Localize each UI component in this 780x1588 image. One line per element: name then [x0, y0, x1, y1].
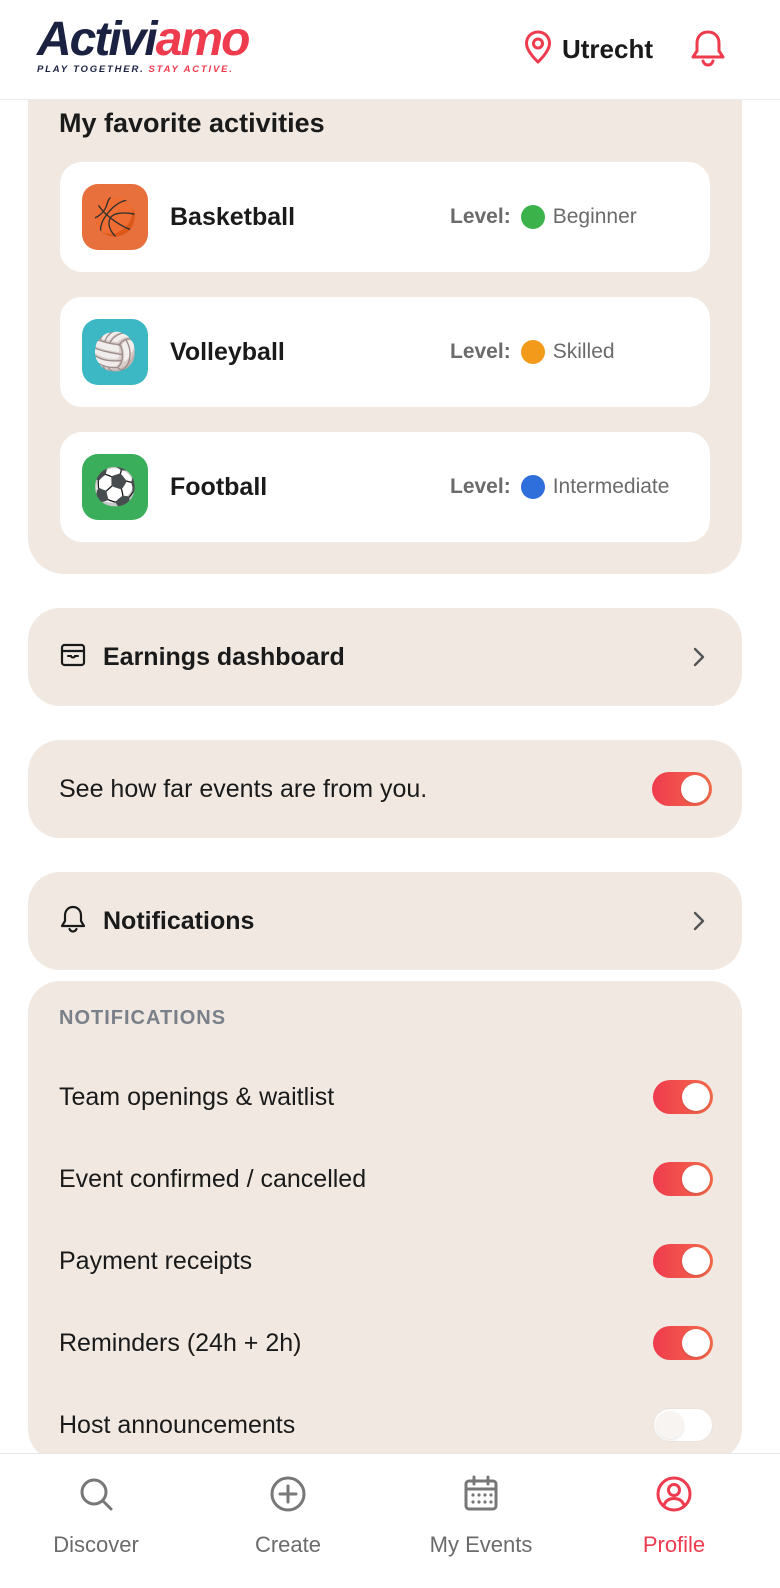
nav-my-events[interactable]: My Events: [401, 1474, 561, 1558]
level-dot-icon: [520, 475, 545, 499]
search-icon: [16, 1474, 176, 1518]
location-selector[interactable]: Utrecht: [524, 30, 653, 69]
activity-name: Football: [170, 473, 268, 501]
volleyball-icon: 🏐: [82, 319, 148, 385]
favorites-title: My favorite activities: [59, 108, 325, 138]
team-openings-toggle[interactable]: [653, 1080, 713, 1114]
activity-card-volleyball[interactable]: 🏐 Volleyball Level: Skilled: [60, 297, 710, 407]
distance-toggle[interactable]: [652, 772, 712, 806]
app-header: Activiamo PLAY TOGETHER. STAY ACTIVE. Utr…: [0, 0, 780, 100]
logo-tagline: PLAY TOGETHER. STAY ACTIVE.: [37, 64, 234, 75]
notification-setting-item: Host announcements: [59, 1395, 713, 1455]
payment-receipts-toggle[interactable]: [653, 1244, 713, 1278]
earnings-label: Earnings dashboard: [103, 642, 345, 671]
event-confirmed-toggle[interactable]: [653, 1162, 713, 1196]
chevron-right-icon: [692, 909, 706, 938]
map-pin-icon: [524, 30, 552, 69]
logo-wordmark: Activiamo: [37, 13, 250, 66]
level-dot-icon: [520, 205, 545, 229]
app-logo[interactable]: Activiamo PLAY TOGETHER. STAY ACTIVE.: [37, 13, 250, 76]
football-icon: ⚽: [82, 454, 148, 520]
activity-name: Basketball: [170, 203, 296, 231]
nav-profile[interactable]: Profile: [594, 1474, 754, 1558]
notification-setting-item: Team openings & waitlist: [59, 1067, 713, 1127]
location-label: Utrecht: [562, 34, 654, 64]
activity-card-basketball[interactable]: 🏀 Basketball Level: Beginner: [60, 162, 710, 272]
notification-setting-item: Event confirmed / cancelled: [59, 1149, 713, 1209]
activity-level: Level: Beginner: [450, 205, 637, 229]
notification-settings-card: NOTIFICATIONS Team openings & waitlist E…: [28, 981, 742, 1461]
host-announcements-toggle[interactable]: [653, 1408, 713, 1442]
nav-discover[interactable]: Discover: [16, 1474, 176, 1558]
notifications-label: Notifications: [103, 906, 255, 935]
bell-icon: [59, 904, 87, 939]
chevron-right-icon: [692, 645, 706, 674]
favorite-activities-card: My favorite activities 🏀 Basketball Leve…: [28, 82, 742, 574]
distance-label: See how far events are from you.: [59, 774, 428, 803]
calendar-icon: [401, 1474, 561, 1518]
section-label: NOTIFICATIONS: [59, 1007, 227, 1029]
notification-setting-item: Payment receipts: [59, 1231, 713, 1291]
notifications-row[interactable]: Notifications: [28, 872, 742, 970]
bottom-navigation: Discover Create My Events Profile: [0, 1453, 780, 1588]
reminders-toggle[interactable]: [653, 1326, 713, 1360]
notification-setting-item: Reminders (24h + 2h): [59, 1313, 713, 1373]
activity-level: Level: Intermediate: [450, 475, 670, 499]
basketball-icon: 🏀: [82, 184, 148, 250]
nav-create[interactable]: Create: [208, 1474, 368, 1558]
user-circle-icon: [594, 1474, 754, 1518]
distance-setting-row: See how far events are from you.: [28, 740, 742, 838]
level-dot-icon: [520, 340, 545, 364]
plus-circle-icon: [208, 1474, 368, 1518]
activity-card-football[interactable]: ⚽ Football Level: Intermediate: [60, 432, 710, 542]
earnings-dashboard-row[interactable]: Earnings dashboard: [28, 608, 742, 706]
notifications-bell-icon[interactable]: [689, 28, 727, 73]
activity-level: Level: Skilled: [450, 340, 615, 364]
wallet-icon: [59, 641, 87, 674]
activity-name: Volleyball: [170, 338, 285, 366]
